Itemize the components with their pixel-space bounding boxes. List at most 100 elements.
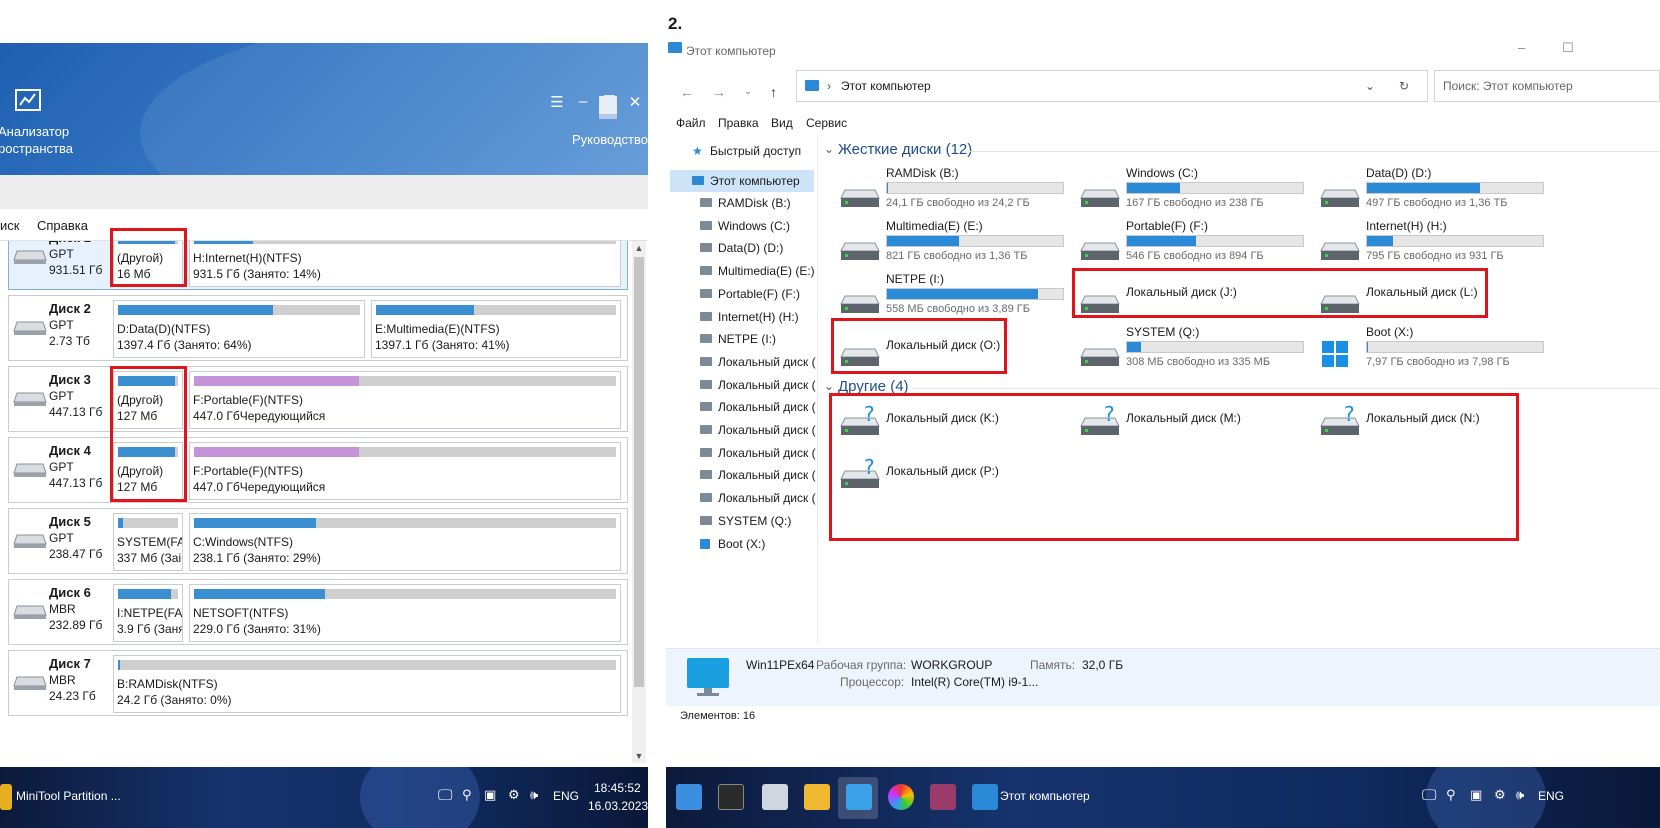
network-icon[interactable]: 🖵 bbox=[438, 787, 452, 804]
drive-tile[interactable]: Data(D) (D:) 497 ГБ свободно из 1,36 ТБ bbox=[1316, 166, 1546, 216]
drive-tile[interactable]: SYSTEM (Q:) 308 МБ свободно из 335 МБ bbox=[1076, 325, 1306, 375]
partition-block[interactable]: D:Data(D)(NTFS) 1397.4 Гб (Занято: 64%) bbox=[113, 300, 365, 358]
disk-row[interactable]: Диск 1GPT931.51 Гб(Другой)16 МбH:Interne… bbox=[8, 241, 628, 290]
nav-quick-access[interactable]: ★ Быстрый доступ bbox=[666, 140, 816, 162]
group-hard-disks[interactable]: Жесткие диски (12) bbox=[838, 141, 972, 158]
drive-tile[interactable]: Internet(H) (H:) 795 ГБ свободно из 931 Г… bbox=[1316, 219, 1546, 269]
chevron-down-icon[interactable]: ⌄ bbox=[824, 142, 834, 156]
minimize-button[interactable]: – bbox=[572, 93, 594, 110]
nav-drive-item[interactable]: Boot (X:) bbox=[666, 533, 816, 555]
scroll-down-icon[interactable]: ▼ bbox=[632, 751, 646, 761]
camera-icon[interactable] bbox=[846, 784, 872, 810]
nav-drive-item[interactable]: Локальный диск (J bbox=[666, 351, 816, 373]
menu-edit[interactable]: Правка bbox=[718, 116, 759, 130]
device-icon[interactable]: ⚙ bbox=[508, 787, 520, 803]
partition-block[interactable]: SYSTEM(FAT337 Мб (Заі bbox=[113, 513, 183, 571]
partition-block[interactable]: I:NETPE(FAT:3.9 Гб (Заня bbox=[113, 584, 183, 642]
disk-row[interactable]: Диск 3 GPT 447.13 Гб (Другой) 127 Мб F:Portab… bbox=[8, 366, 628, 432]
clock-time[interactable]: 18:45:52 bbox=[594, 781, 641, 795]
folder-icon[interactable] bbox=[804, 784, 830, 810]
keyboard-icon[interactable] bbox=[762, 784, 788, 810]
space-analyzer-icon[interactable] bbox=[14, 88, 42, 114]
usb-icon[interactable]: ⚲ bbox=[1446, 787, 1456, 803]
nav-drive-item[interactable]: Локальный диск (L bbox=[666, 396, 816, 418]
drive-tile[interactable]: RAMDisk (B:) 24,1 ГБ свободно из 24,2 ГБ bbox=[836, 166, 1066, 216]
color-picker-icon[interactable] bbox=[888, 784, 914, 810]
partition-block[interactable]: B:RAMDisk(NTFS) 24.2 Гб (Занято: 0%) bbox=[113, 655, 621, 713]
device-icon[interactable]: ⚙ bbox=[1494, 787, 1506, 803]
partition-block[interactable]: NETSOFT(NTFS) 229.0 Гб (Занято: 31%) bbox=[189, 584, 621, 642]
recent-dropdown-icon[interactable]: ⌄ bbox=[744, 86, 752, 97]
disk-row[interactable]: Диск 2 GPT 2.73 Тб D:Data(D)(NTFS) 1397.4 Гб… bbox=[8, 295, 628, 361]
taskbar-app-minitool[interactable]: MiniTool Partition ... bbox=[16, 789, 121, 803]
drive-tile[interactable]: Multimedia(E) (E:) 821 ГБ свободно из 1,3… bbox=[836, 219, 1066, 269]
nav-drive-item[interactable]: Multimedia(E) (E:) bbox=[666, 260, 816, 282]
usb-icon[interactable]: ⚲ bbox=[462, 787, 472, 803]
volume-icon[interactable]: 🕪 bbox=[1516, 787, 1524, 803]
minimize-button[interactable]: – bbox=[1518, 40, 1525, 55]
nav-drive-item[interactable]: Windows (C:) bbox=[666, 215, 816, 237]
address-bar[interactable]: › Этот компьютер ⌄ ↻ bbox=[796, 70, 1428, 102]
back-icon[interactable]: ← bbox=[680, 84, 694, 100]
taskbar-app-explorer[interactable]: Этот компьютер bbox=[1000, 789, 1090, 803]
nav-drive-item[interactable]: Локальный диск (O bbox=[666, 464, 816, 486]
drive-tile[interactable]: Windows (C:) 167 ГБ свободно из 238 ГБ bbox=[1076, 166, 1306, 216]
network-icon[interactable]: 🖵 bbox=[1422, 787, 1436, 804]
nav-drive-item[interactable]: Локальный диск (P bbox=[666, 487, 816, 509]
forward-icon[interactable]: → bbox=[712, 84, 726, 100]
language-indicator[interactable]: ENG bbox=[1538, 789, 1564, 803]
nav-drive-item[interactable]: NETPE (I:) bbox=[666, 328, 816, 350]
manual-book-icon[interactable] bbox=[597, 95, 619, 121]
menu-view[interactable]: Вид bbox=[771, 116, 793, 130]
nav-drive-item[interactable]: RAMDisk (B:) bbox=[666, 192, 816, 214]
scroll-thumb[interactable] bbox=[634, 257, 644, 687]
menu-disk[interactable]: иск bbox=[0, 218, 19, 233]
terminal-icon[interactable] bbox=[718, 784, 744, 810]
menu-icon[interactable]: ☰ bbox=[546, 93, 568, 111]
drive-tile[interactable]: Portable(F) (F:) 546 ГБ свободно из 894 Г… bbox=[1076, 219, 1306, 269]
up-icon[interactable]: ↑ bbox=[770, 84, 777, 100]
nav-drive-item[interactable]: Data(D) (D:) bbox=[666, 237, 816, 259]
color-icon[interactable]: ▣ bbox=[1470, 787, 1482, 803]
manual-label[interactable]: Руководство bbox=[572, 131, 648, 148]
disk-list-scrollbar[interactable]: ▲ ▼ bbox=[632, 241, 646, 763]
nav-drive-item[interactable]: Portable(F) (F:) bbox=[666, 283, 816, 305]
save-icon[interactable] bbox=[930, 784, 956, 810]
partition-block[interactable]: E:Multimedia(E)(NTFS) 1397.1 Гб (Занято: … bbox=[371, 300, 621, 358]
space-analyzer-label[interactable]: Анализатор ространства bbox=[0, 123, 73, 157]
scroll-up-icon[interactable]: ▲ bbox=[632, 243, 646, 253]
partition-block[interactable]: F:Portable(F)(NTFS) 447.0 ГбЧередующийся bbox=[189, 442, 621, 500]
menu-help[interactable]: Справка bbox=[37, 218, 88, 233]
menu-tools[interactable]: Сервис bbox=[806, 116, 847, 130]
partition-block[interactable]: C:Windows(NTFS) 238.1 Гб (Занято: 29%) bbox=[189, 513, 621, 571]
color-icon[interactable]: ▣ bbox=[484, 787, 496, 803]
language-indicator[interactable]: ENG bbox=[553, 789, 579, 803]
nav-drive-item[interactable]: SYSTEM (Q:) bbox=[666, 510, 816, 532]
chevron-down-icon[interactable]: ⌄ bbox=[1365, 79, 1375, 93]
search-input[interactable]: Поиск: Этот компьютер bbox=[1434, 70, 1660, 102]
start-icon[interactable] bbox=[676, 784, 702, 810]
disk-row[interactable]: Диск 4 GPT 447.13 Гб (Другой) 127 Мб F:Portab… bbox=[8, 437, 628, 503]
disk-row[interactable]: Диск 5 GPT 238.47 Гб SYSTEM(FAT337 Мб (Заі C… bbox=[8, 508, 628, 574]
minitool-app-icon[interactable] bbox=[0, 784, 12, 810]
disk-row[interactable]: Диск 6 MBR 232.89 Гб I:NETPE(FAT:3.9 Гб (За… bbox=[8, 579, 628, 645]
refresh-icon[interactable]: ↻ bbox=[1399, 79, 1409, 93]
drive-tile[interactable]: NETPE (I:) 558 МБ свободно из 3,89 ГБ bbox=[836, 272, 1066, 322]
maximize-button[interactable]: ☐ bbox=[1562, 40, 1574, 56]
clock-date[interactable]: 16.03.2023 bbox=[588, 799, 648, 813]
chevron-down-icon[interactable]: ⌄ bbox=[824, 379, 834, 393]
nav-this-pc[interactable]: Этот компьютер bbox=[670, 170, 814, 192]
nav-drive-item[interactable]: Локальный диск (M bbox=[666, 419, 816, 441]
partition-block[interactable]: H:Internet(H)(NTFS) 931.5 Гб (Занято: 14%… bbox=[189, 241, 621, 287]
volume-icon[interactable]: 🕪 bbox=[530, 787, 538, 803]
nav-drive-item[interactable]: Internet(H) (H:) bbox=[666, 306, 816, 328]
drive-tile[interactable]: Boot (X:) 7,97 ГБ свободно из 7,98 ГБ bbox=[1316, 325, 1546, 375]
disk-row[interactable]: Диск 7 MBR 24.23 Гб B:RAMDisk(NTFS) 24.2 Гб … bbox=[8, 650, 628, 716]
nav-drive-item[interactable]: Локальный диск (K bbox=[666, 374, 816, 396]
partition-block[interactable]: F:Portable(F)(NTFS) 447.0 ГбЧередующийся bbox=[189, 371, 621, 429]
close-button[interactable]: ✕ bbox=[624, 93, 646, 111]
computer-icon[interactable] bbox=[972, 784, 998, 810]
nav-drive-item[interactable]: Локальный диск (N bbox=[666, 442, 816, 464]
menu-file[interactable]: Файл bbox=[676, 116, 706, 130]
breadcrumb[interactable]: Этот компьютер bbox=[841, 79, 931, 93]
